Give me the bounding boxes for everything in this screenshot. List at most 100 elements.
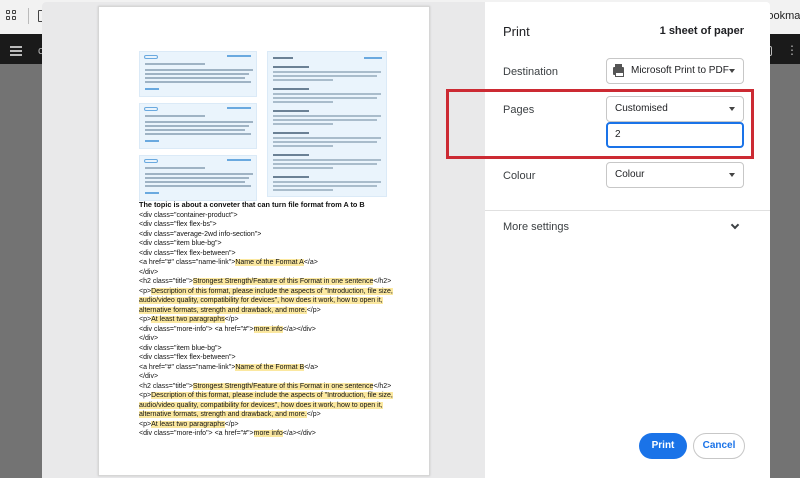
code-text: <div class="flex flex-between"> (139, 354, 236, 361)
preview-line: <div class="flex flex-between"> (139, 353, 429, 363)
highlighted-text: more info (253, 325, 283, 333)
preview-code-lines: <div class="container-product"> <div clas… (139, 211, 429, 439)
print-button[interactable]: Print (639, 433, 687, 459)
preview-line: <p>At least two paragraphs</p> (139, 420, 429, 430)
more-settings-toggle[interactable]: More settings (503, 221, 569, 233)
page-thumbnail-cards (139, 51, 389, 201)
highlighted-text: more info (253, 430, 283, 437)
code-text: </a> (304, 363, 319, 371)
preview-line: <div class="flex flex-between"> (139, 249, 429, 259)
print-preview-area[interactable]: The topic is about a conveter that can t… (42, 2, 485, 478)
code-text: <p> (139, 420, 152, 428)
colour-label: Colour (503, 170, 536, 182)
code-text: <div class="flex flex-bs"> (139, 221, 217, 228)
highlighted-text: Description of this format, please inclu… (151, 392, 393, 399)
preview-line: <div class="average-2wd info-section"> (139, 230, 429, 240)
highlighted-text: Name of the Format A (235, 259, 304, 266)
thumbnail-card (139, 103, 257, 149)
dialog-title: Print (503, 24, 530, 39)
section-divider (485, 210, 770, 211)
preview-line: <p>Description of this format, please in… (139, 287, 429, 297)
code-text: <div class="container-product"> (139, 211, 238, 219)
preview-line: <div class="item blue-bg"> (139, 239, 429, 249)
code-text: <p> (139, 316, 152, 323)
highlighted-text: audio/video quality, compatibility for d… (139, 297, 383, 304)
highlighted-text: alternative formats, strength and drawba… (139, 306, 307, 314)
code-text: <p> (139, 287, 152, 295)
code-text: <a href="#" class="name-link"> (139, 259, 236, 266)
preview-page: The topic is about a conveter that can t… (98, 6, 430, 476)
code-text: <div class="item blue-bg"> (139, 240, 222, 247)
preview-line: <div class="container-product"> (139, 211, 429, 221)
code-text: <h2 class="title"> (139, 278, 193, 285)
preview-line: <a href="#" class="name-link">Name of th… (139, 363, 429, 373)
tab-separator (28, 8, 29, 24)
hamburger-menu-icon (10, 46, 22, 58)
thumbnail-card (139, 51, 257, 97)
code-text: </a></div> (282, 325, 316, 333)
thumbnail-settings-card (267, 51, 387, 197)
preview-line: <p>At least two paragraphs</p> (139, 315, 429, 325)
highlighted-text: Strongest Strength/Feature of this Forma… (192, 278, 374, 285)
print-dialog: The topic is about a conveter that can t… (42, 2, 770, 478)
code-text: </h2> (373, 278, 392, 285)
code-text: </a> (303, 259, 318, 266)
pages-highlight-box (446, 89, 754, 159)
highlighted-text: At least two paragraphs (151, 316, 225, 323)
destination-value: Microsoft Print to PDF (631, 65, 729, 76)
print-settings-panel: Print 1 sheet of paper Destination Micro… (485, 2, 770, 478)
preview-line: audio/video quality, compatibility for d… (139, 296, 429, 306)
code-text: </div> (139, 373, 159, 380)
highlighted-text: Description of this format, please inclu… (151, 287, 393, 295)
destination-select[interactable]: Microsoft Print to PDF (606, 58, 744, 84)
preview-line: </div> (139, 268, 429, 278)
preview-line: <div class="flex flex-bs"> (139, 220, 429, 230)
preview-line: alternative formats, strength and drawba… (139, 410, 429, 420)
code-text: <div class="item blue-bg"> (139, 344, 222, 352)
code-text: <h2 class="title"> (139, 382, 193, 390)
highlighted-text: Name of the Format B (235, 363, 305, 371)
preview-line: </div> (139, 334, 429, 344)
code-text: <div class="flex flex-between"> (139, 249, 236, 257)
preview-line: <h2 class="title">Strongest Strength/Fea… (139, 382, 429, 392)
code-text: <div class="more-info"> <a href="#"> (139, 430, 254, 437)
preview-document-text: The topic is about a conveter that can t… (139, 200, 429, 439)
destination-label: Destination (503, 66, 559, 78)
highlighted-text: Strongest Strength/Feature of this Forma… (192, 382, 374, 390)
preview-line: <h2 class="title">Strongest Strength/Fea… (139, 277, 429, 287)
colour-value: Colour (615, 169, 645, 180)
code-text: </p> (224, 316, 239, 323)
highlighted-text: alternative formats, strength and drawba… (139, 411, 307, 418)
code-text: <div class="average-2wd info-section"> (139, 230, 262, 238)
preview-line: <div class="more-info"> <a href="#">more… (139, 429, 429, 439)
code-text: </p> (224, 420, 239, 428)
code-text: </a></div> (282, 430, 316, 437)
code-text: <a href="#" class="name-link"> (139, 363, 236, 371)
preview-line: <p>Description of this format, please in… (139, 391, 429, 401)
sheet-count: 1 sheet of paper (659, 25, 744, 37)
code-text: </div> (139, 335, 159, 342)
dropdown-caret-icon (729, 173, 735, 177)
code-text: </h2> (373, 382, 392, 390)
code-text: <div class="more-info"> <a href="#"> (139, 325, 254, 333)
preview-line: </div> (139, 372, 429, 382)
highlighted-text: At least two paragraphs (151, 420, 225, 428)
preview-line: alternative formats, strength and drawba… (139, 306, 429, 316)
printer-icon (613, 64, 624, 77)
cancel-button[interactable]: Cancel (693, 433, 745, 459)
code-text: </p> (306, 411, 321, 418)
highlighted-text: audio/video quality, compatibility for d… (139, 401, 383, 409)
colour-select[interactable]: Colour (606, 162, 744, 188)
more-options-icon: ⋮ (786, 43, 798, 57)
thumbnail-card (139, 155, 257, 201)
apps-grid-icon[interactable] (6, 10, 18, 22)
code-text: </div> (139, 268, 159, 276)
preview-line: audio/video quality, compatibility for d… (139, 401, 429, 411)
dropdown-caret-icon (729, 69, 735, 73)
preview-line: <div class="item blue-bg"> (139, 344, 429, 354)
code-text: <p> (139, 392, 152, 399)
preview-line: <div class="more-info"> <a href="#">more… (139, 325, 429, 335)
code-text: </p> (306, 306, 321, 314)
preview-heading: The topic is about a conveter that can t… (139, 200, 365, 209)
chevron-down-icon[interactable] (730, 220, 740, 230)
